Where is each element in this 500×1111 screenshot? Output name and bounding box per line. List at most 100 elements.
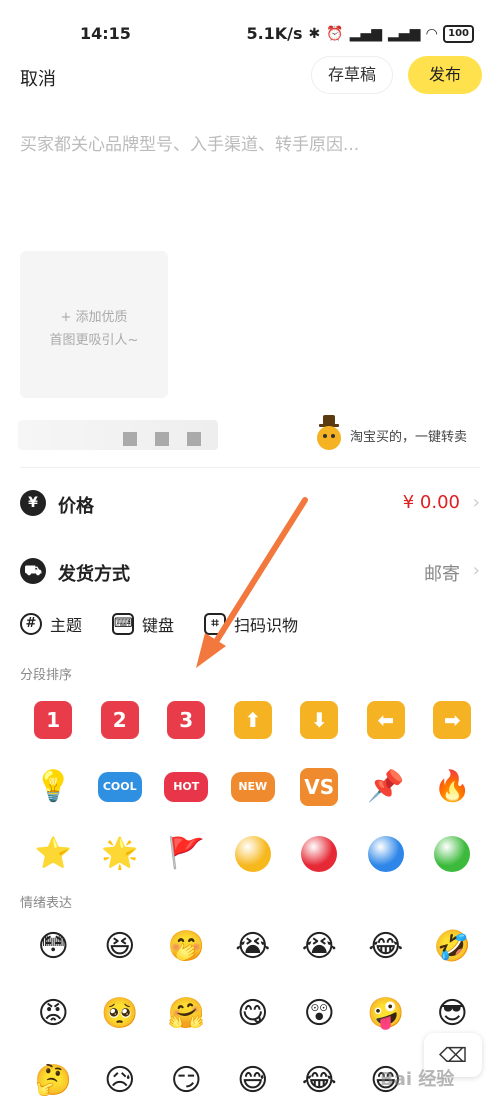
- emoji-item[interactable]: 🤔: [20, 1047, 87, 1111]
- emoji-item[interactable]: 😭: [286, 913, 353, 980]
- emoji-item[interactable]: NEW: [220, 753, 287, 820]
- emoji-face: 🤭: [167, 928, 205, 964]
- emoji-glyph: ⭐: [34, 835, 72, 871]
- emoji-badge: HOT: [164, 771, 209, 802]
- emoji-tile: ⬇: [300, 700, 339, 739]
- emoji-item[interactable]: 😆: [87, 913, 154, 980]
- emoji-item[interactable]: 😭: [220, 913, 287, 980]
- signal-icon-2: ▂▄▆: [388, 25, 421, 42]
- emoji-item[interactable]: 3: [153, 686, 220, 753]
- publish-button[interactable]: 发布: [408, 56, 482, 94]
- emoji-face: 😡: [37, 995, 69, 1031]
- topic-button[interactable]: # 主题: [20, 609, 82, 639]
- emoji-item[interactable]: ⬆: [220, 686, 287, 753]
- price-row[interactable]: ¥ 价格 ¥ 0.00 ›: [20, 486, 480, 522]
- emoji-item[interactable]: 😲: [286, 980, 353, 1047]
- emoji-face: 😂: [301, 1062, 337, 1098]
- emoji-face: 😋: [237, 995, 269, 1031]
- scan-label: 扫码识物: [234, 616, 299, 635]
- emoji-item[interactable]: VS: [286, 753, 353, 820]
- emoji-badge: COOL: [97, 771, 142, 802]
- emoji-face: 😲: [303, 995, 335, 1031]
- placeholder-square: [123, 432, 137, 446]
- cancel-button[interactable]: 取消: [20, 65, 56, 91]
- emoji-glyph: 🔥: [433, 768, 471, 804]
- emoji-item[interactable]: 🤭: [153, 913, 220, 980]
- emoji-item[interactable]: 🤗: [153, 980, 220, 1047]
- emoji-face: 🤗: [167, 995, 205, 1031]
- emoji-item[interactable]: 🌟: [87, 820, 154, 887]
- emoji-face: 😭: [301, 928, 337, 964]
- emoji-face: 🤣: [433, 928, 471, 964]
- emoji-face: 😆: [104, 928, 136, 964]
- network-speed: 5.1K/s: [246, 24, 303, 43]
- emoji-item[interactable]: COOL: [87, 753, 154, 820]
- emoji-item[interactable]: 😋: [220, 980, 287, 1047]
- emoji-item[interactable]: [353, 820, 420, 887]
- emoji-face: 😂: [368, 928, 404, 964]
- emoji-glyph: 🌟: [101, 835, 139, 871]
- add-photo-label: + 添加优质: [60, 310, 128, 325]
- toolbar: # 主题 ⌨ 键盘 ⌗ 扫码识物: [20, 609, 480, 639]
- save-draft-button[interactable]: 存草稿: [311, 56, 393, 94]
- scan-icon: ⌗: [204, 613, 227, 635]
- emoji-glyph: 💡: [34, 768, 72, 804]
- price-value: ¥ 0.00: [402, 492, 460, 513]
- keyboard-button[interactable]: ⌨ 键盘: [112, 609, 174, 639]
- shipping-row[interactable]: ⛟ 发货方式 邮寄 ›: [20, 554, 480, 590]
- hashtag-icon: #: [20, 613, 42, 635]
- top-bar: 取消 存草稿 发布: [0, 56, 500, 96]
- scan-button[interactable]: ⌗ 扫码识物: [204, 609, 298, 639]
- emoji-item[interactable]: ⭐: [20, 820, 87, 887]
- alarm-icon: ⏰: [326, 25, 344, 42]
- sort-emoji-grid: 1 2 3 ⬆ ⬇ ⬅ ➡ 💡 COOL HOT NEW VS 📌 🔥 ⭐ 🌟 🚩: [20, 686, 486, 887]
- emoji-face: 🤪: [367, 995, 405, 1031]
- description-input[interactable]: 买家都关心品牌型号、入手渠道、转手原因...: [20, 130, 359, 155]
- emoji-item[interactable]: [220, 820, 287, 887]
- emoji-circle: [367, 835, 404, 872]
- emoji-item[interactable]: 😂: [286, 1047, 353, 1111]
- emoji-item[interactable]: HOT: [153, 753, 220, 820]
- emoji-item[interactable]: ➡: [419, 686, 486, 753]
- keyboard-icon: ⌨: [112, 613, 135, 635]
- emoji-item[interactable]: 😥: [87, 1047, 154, 1111]
- emoji-item[interactable]: 1: [20, 686, 87, 753]
- emoji-item[interactable]: 😂: [353, 913, 420, 980]
- add-photo-button[interactable]: + 添加优质 首图更吸引人~: [20, 251, 168, 398]
- wifi-icon: ◠: [426, 25, 438, 42]
- topic-label: 主题: [50, 616, 83, 635]
- emoji-face: 😏: [170, 1062, 202, 1098]
- emoji-item[interactable]: 🚩: [153, 820, 220, 887]
- emoji-item[interactable]: 😏: [153, 1047, 220, 1111]
- emoji-face: 😥: [104, 1062, 136, 1098]
- taobao-resell-link[interactable]: 淘宝买的，一键转卖: [350, 426, 467, 445]
- emoji-item[interactable]: 📌: [353, 753, 420, 820]
- shipping-value: 邮寄: [424, 564, 460, 585]
- emoji-item[interactable]: 🥺: [87, 980, 154, 1047]
- emoji-item[interactable]: 🔥: [419, 753, 486, 820]
- mascot-icon[interactable]: [313, 413, 345, 451]
- emoji-item[interactable]: ⬇: [286, 686, 353, 753]
- placeholder-square: [187, 432, 201, 446]
- emoji-face: 😅: [237, 1062, 269, 1098]
- emoji-item[interactable]: 🤣: [419, 913, 486, 980]
- emoji-tile: ⬆: [233, 700, 272, 739]
- truck-icon: ⛟: [20, 558, 46, 584]
- yen-icon: ¥: [20, 490, 46, 516]
- section-title-emotion: 情绪表达: [20, 896, 73, 911]
- section-title-sort: 分段排序: [20, 668, 73, 683]
- emoji-item[interactable]: 😳: [20, 913, 87, 980]
- emoji-item[interactable]: 🤪: [353, 980, 420, 1047]
- emoji-tile: 1: [34, 700, 73, 739]
- emoji-circle: [301, 835, 338, 872]
- chevron-right-icon: ›: [472, 560, 480, 581]
- emoji-item[interactable]: 😡: [20, 980, 87, 1047]
- emoji-circle: [434, 835, 471, 872]
- emoji-item[interactable]: [419, 820, 486, 887]
- emoji-item[interactable]: 😅: [220, 1047, 287, 1111]
- status-time: 14:15: [80, 24, 131, 43]
- emoji-item[interactable]: 2: [87, 686, 154, 753]
- emoji-item[interactable]: [286, 820, 353, 887]
- emoji-item[interactable]: 💡: [20, 753, 87, 820]
- emoji-item[interactable]: ⬅: [353, 686, 420, 753]
